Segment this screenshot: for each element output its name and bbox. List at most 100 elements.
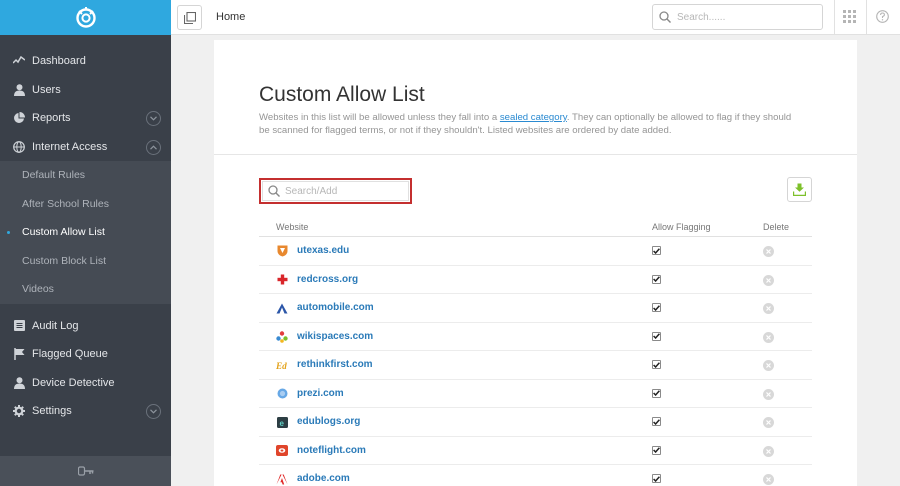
- allow-flagging-checkbox[interactable]: [652, 360, 661, 369]
- global-search-input[interactable]: [677, 11, 817, 23]
- global-search[interactable]: [652, 4, 823, 30]
- search-add-box[interactable]: [259, 178, 412, 204]
- close-icon: [766, 306, 771, 311]
- column-header-allow-flagging: Allow Flagging: [652, 222, 711, 232]
- checkmark-icon: [653, 247, 660, 254]
- table-row: e edublogs.org: [259, 408, 812, 437]
- allow-flagging-checkbox[interactable]: [652, 445, 661, 455]
- activity-icon: [12, 54, 26, 68]
- sidebar-nav: Dashboard Users Reports Internet Access: [0, 47, 171, 426]
- sidebar-item-device-detective[interactable]: Device Detective: [0, 369, 171, 398]
- allow-flagging-checkbox[interactable]: [652, 388, 661, 398]
- delete-button[interactable]: [763, 445, 774, 457]
- export-button[interactable]: [787, 177, 812, 202]
- prezi-favicon-icon: [276, 388, 288, 400]
- sidebar-item-label: Dashboard: [32, 55, 86, 68]
- page-description: Websites in this list will be allowed un…: [259, 112, 804, 137]
- column-header-delete: Delete: [763, 222, 790, 232]
- section-divider: [214, 154, 857, 155]
- wikispaces-favicon-icon: [276, 330, 288, 343]
- allow-flagging-checkbox[interactable]: [652, 474, 661, 483]
- website-link[interactable]: noteflight.com: [297, 445, 366, 456]
- delete-button[interactable]: [763, 360, 774, 371]
- sidebar-subitem-after-school-rules[interactable]: After School Rules: [0, 190, 171, 219]
- website-link[interactable]: utexas.edu: [297, 245, 349, 256]
- sidebar-subitem-custom-allow-list[interactable]: Custom Allow List: [0, 218, 171, 247]
- svg-text:e: e: [279, 418, 284, 427]
- delete-button[interactable]: [763, 331, 774, 343]
- allow-flagging-checkbox[interactable]: [652, 303, 661, 312]
- sidebar-item-label: Flagged Queue: [32, 348, 108, 361]
- search-icon: [659, 11, 671, 23]
- delete-button[interactable]: [763, 303, 774, 314]
- website-link[interactable]: prezi.com: [297, 388, 344, 399]
- help-button[interactable]: [876, 10, 889, 28]
- nav-gap: [0, 304, 171, 312]
- topbar-divider: [866, 0, 867, 35]
- sidebar-collapse-toggle[interactable]: [0, 456, 171, 486]
- sidebar-subitem-custom-block-list[interactable]: Custom Block List: [0, 247, 171, 276]
- sidebar-item-settings[interactable]: Settings: [0, 397, 171, 426]
- log-icon: [12, 319, 26, 333]
- sidebar-subitem-label: Custom Allow List: [22, 226, 105, 239]
- sidebar-item-dashboard[interactable]: Dashboard: [0, 47, 171, 76]
- topbar-divider: [834, 0, 835, 35]
- sidebar-item-audit-log[interactable]: Audit Log: [0, 312, 171, 341]
- gear-icon: [12, 404, 26, 418]
- website-link[interactable]: rethinkfirst.com: [297, 359, 373, 370]
- website-link[interactable]: automobile.com: [297, 302, 374, 313]
- internet-access-subnav: Default Rules After School Rules Custom …: [0, 161, 171, 304]
- delete-button[interactable]: [763, 417, 774, 428]
- automobile-favicon-icon: [276, 302, 288, 314]
- website-link[interactable]: wikispaces.com: [297, 331, 373, 342]
- sidebar-item-label: Audit Log: [32, 319, 79, 332]
- sealed-category-link[interactable]: sealed category: [500, 112, 567, 123]
- user-icon: [12, 83, 26, 97]
- edublogs-favicon-icon: e: [276, 416, 288, 428]
- sidebar-subitem-default-rules[interactable]: Default Rules: [0, 161, 171, 190]
- sidebar-item-users[interactable]: Users: [0, 76, 171, 105]
- sidebar-item-reports[interactable]: Reports: [0, 104, 171, 133]
- sidebar-item-flagged-queue[interactable]: Flagged Queue: [0, 340, 171, 369]
- checkmark-icon: [653, 333, 660, 339]
- sidebar-subitem-videos[interactable]: Videos: [0, 275, 171, 304]
- website-link[interactable]: redcross.org: [297, 274, 358, 285]
- chevron-down-icon[interactable]: [146, 111, 161, 126]
- website-link[interactable]: adobe.com: [297, 473, 350, 484]
- column-header-website[interactable]: Website: [276, 222, 308, 232]
- chevron-down-icon[interactable]: [146, 404, 161, 419]
- delete-button[interactable]: [763, 474, 774, 485]
- allow-flagging-checkbox[interactable]: [652, 417, 661, 426]
- breadcrumb[interactable]: Home: [216, 11, 245, 23]
- sidebar-subitem-label: Default Rules: [22, 169, 86, 182]
- delete-button[interactable]: [763, 246, 774, 257]
- sidebar-item-internet-access[interactable]: Internet Access: [0, 133, 171, 162]
- allow-flagging-checkbox[interactable]: [652, 246, 661, 255]
- logo-icon: [75, 6, 96, 28]
- apps-grid-button[interactable]: [843, 10, 856, 28]
- sidebar-item-label: Settings: [32, 405, 72, 418]
- noteflight-favicon-icon: [276, 445, 288, 457]
- help-icon: [876, 10, 889, 23]
- description-text: Websites in this list will be allowed un…: [259, 112, 500, 123]
- allow-flagging-checkbox[interactable]: [652, 274, 661, 284]
- checkmark-icon: [653, 276, 660, 282]
- user-icon: [12, 376, 26, 390]
- sidebar: Dashboard Users Reports Internet Access: [0, 0, 171, 486]
- brand-logo[interactable]: [0, 0, 171, 35]
- main-card: Custom Allow List Websites in this list …: [214, 40, 857, 486]
- sidebar-subitem-label: After School Rules: [22, 197, 109, 210]
- chevron-up-icon[interactable]: [146, 139, 161, 155]
- search-add-input[interactable]: [285, 185, 405, 197]
- checkmark-icon: [653, 361, 660, 368]
- allow-flagging-checkbox[interactable]: [652, 331, 661, 341]
- window-toggle-button[interactable]: [177, 5, 202, 30]
- sidebar-item-label: Internet Access: [32, 140, 108, 153]
- delete-button[interactable]: [763, 274, 774, 286]
- checkmark-icon: [653, 447, 660, 453]
- utexas-favicon-icon: [276, 245, 288, 257]
- website-link[interactable]: edublogs.org: [297, 416, 360, 427]
- table-row: wikispaces.com: [259, 323, 812, 351]
- sidebar-item-label: Device Detective: [32, 376, 115, 389]
- delete-button[interactable]: [763, 388, 774, 400]
